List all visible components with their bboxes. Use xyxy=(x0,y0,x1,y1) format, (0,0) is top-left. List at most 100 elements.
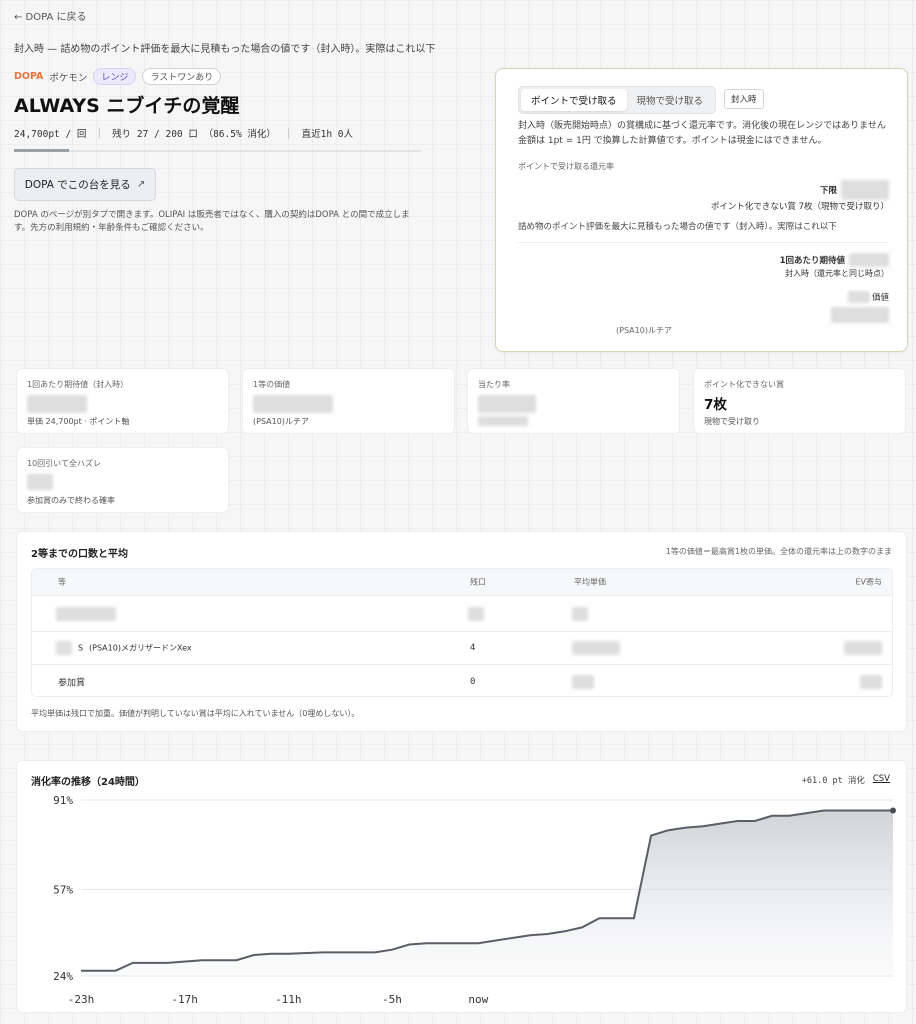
ev-redacted xyxy=(860,674,882,689)
stat-card-hit-rate: 当たり率 xyxy=(467,368,680,434)
view-on-dopa-button[interactable]: DOPA でこの台を見る ↗ xyxy=(14,168,156,201)
prize-name: (PSA10)メガリザードンXex xyxy=(89,643,192,653)
receive-mode-toggle: ポイントで受け取る 現物で受け取る xyxy=(518,86,717,114)
panel-desc-line1: 封入時（販売開始時点）の賞構成に基づく還元率です。消化後の現在レンジではありませ… xyxy=(518,121,886,131)
y-tick-label: 24% xyxy=(53,970,73,983)
stats-row: 24,700pt / 回 | 残り 27 / 200 口 （86.5% 消化） … xyxy=(14,126,354,141)
last-one-badge: ラストワンあり xyxy=(142,68,222,85)
table-row xyxy=(32,596,892,632)
recent-buyers: 直近1h 0人 xyxy=(301,129,354,140)
tag-row: DOPA ポケモン レンジ ラストワンあり xyxy=(14,68,222,85)
grade-label: 参加賞 xyxy=(58,678,86,688)
stat-card-all-miss: 10回引いて全ハズレ 参加賞のみで終わる確率 xyxy=(16,447,229,513)
x-tick-label: now xyxy=(468,993,488,1006)
ev-row: 1回あたり期待値 xyxy=(780,253,889,267)
chart-point xyxy=(890,807,896,814)
value-prefix-redacted xyxy=(847,291,870,303)
grade-mark-redacted xyxy=(56,641,72,655)
prize-breakdown-card: 2等までの口数と平均 1等の価値＝最高賞1枚の単価。全体の還元率は上の数字のまま… xyxy=(16,531,907,732)
progress-fill xyxy=(14,149,69,152)
top-notice: 封入時 — 詰め物のポイント評価を最大に見積もった場合の値です（封入時）。実際は… xyxy=(14,44,436,55)
card-value-redacted xyxy=(27,395,87,413)
x-tick-label: -23h xyxy=(68,993,95,1006)
view-on-dopa-label: DOPA でこの台を見る xyxy=(24,179,131,191)
snapshot-pill[interactable]: 封入時 xyxy=(724,89,764,109)
chart-area xyxy=(81,810,893,976)
divider: | xyxy=(285,127,292,139)
card-sub-redacted xyxy=(478,416,528,426)
prize-table: 等 残口 平均単価 EV寄与 S (PSA10)メガリザードンXex 4 参加賞… xyxy=(31,568,893,697)
external-arrow-icon: ↗ xyxy=(136,179,146,190)
category-tag: ポケモン xyxy=(49,72,88,84)
header-grade: 等 xyxy=(58,577,66,587)
stat-card-unconvertible: ポイント化できない賞 7枚 現物で受け取り xyxy=(693,368,906,434)
card-label: 当たり率 xyxy=(478,380,510,389)
card-label: 10回引いて全ハズレ xyxy=(27,459,101,468)
panel-desc-line2: 金額は 1pt = 1円 で換算した計算値です。ポイントは現金にはできません。 xyxy=(518,136,827,147)
card-sub: 参加賞のみで終わる確率 xyxy=(27,496,115,505)
grade-redacted xyxy=(56,606,116,621)
header-remaining: 残口 xyxy=(470,577,486,587)
range-badge: レンジ xyxy=(93,68,137,85)
header-avg: 平均単価 xyxy=(574,577,606,587)
card-sub: 現物で受け取り xyxy=(704,417,760,426)
value-label: 価値 xyxy=(871,293,889,303)
page-title: ALWAYS ニブイチの覚醒 xyxy=(14,95,240,117)
grade-label: S xyxy=(78,643,84,653)
tab-points[interactable]: ポイントで受け取る xyxy=(521,89,627,111)
card-value-redacted xyxy=(253,395,333,413)
tab-physical[interactable]: 現物で受け取る xyxy=(627,89,714,111)
rate-label: ポイントで受け取る還元率 xyxy=(518,162,614,171)
value-amount-redacted xyxy=(831,307,889,323)
stat-card-top-prize: 1等の価値 (PSA10)ルチア xyxy=(242,368,455,434)
remaining-count: 残り 27 / 200 口 （86.5% 消化） xyxy=(112,129,276,140)
avg-redacted xyxy=(572,641,620,655)
card-value-redacted xyxy=(478,395,536,413)
x-tick-label: -11h xyxy=(275,993,302,1006)
consumption-chart-card: 消化率の推移（24時間） +61.0 pt 消化 CSV 91% 57% 24% -… xyxy=(16,760,907,1013)
card-label: 1等の価値 xyxy=(253,380,291,389)
ev-value-redacted xyxy=(849,253,889,267)
price-per-draw: 24,700pt / 回 xyxy=(14,129,87,140)
header-ev: EV寄与 xyxy=(855,577,882,587)
table-row: S (PSA10)メガリザードンXex 4 xyxy=(32,632,892,665)
card-value-redacted xyxy=(27,474,53,490)
card-sub: (PSA10)ルチア xyxy=(253,417,309,426)
remaining-value: 4 xyxy=(470,643,476,653)
table-title: 2等までの口数と平均 xyxy=(31,549,128,560)
table-row: 参加賞 0 xyxy=(32,665,892,696)
lower-value-redacted xyxy=(841,180,889,200)
back-to-dopa-link[interactable]: ← DOPA に戻る xyxy=(14,8,87,23)
unconvertible-note: ポイント化できない賞 7枚（現物で受け取り） xyxy=(710,202,889,212)
dopa-note: DOPA のページが別タブで開きます。OLIPAI は販売者ではなく、購入の契約… xyxy=(14,210,410,233)
ev-redacted xyxy=(844,641,882,655)
card-label: ポイント化できない賞 xyxy=(704,380,784,389)
remaining-value: 0 xyxy=(470,676,476,687)
panel-description: 封入時（販売開始時点）の賞構成に基づく還元率です。消化後の現在レンジではありませ… xyxy=(518,119,893,150)
x-tick-label: -17h xyxy=(171,993,198,1006)
divider xyxy=(518,242,888,243)
ev-label: 1回あたり期待値 xyxy=(779,256,845,266)
avg-redacted xyxy=(572,674,594,689)
table-note: 1等の価値＝最高賞1枚の単価。全体の還元率は上の数字のまま xyxy=(665,547,892,556)
card-value: 7枚 xyxy=(704,397,727,413)
value-row: 価値 xyxy=(847,291,889,303)
avg-redacted xyxy=(572,606,588,621)
x-tick-label: -5h xyxy=(382,993,402,1006)
divider: | xyxy=(96,127,103,139)
consumption-chart: 91% 57% 24% -23h -17h -11h -5h now xyxy=(53,794,896,1006)
return-rate-panel: ポイントで受け取る 現物で受け取る 封入時 封入時（販売開始時点）の賞構成に基づ… xyxy=(495,68,908,352)
table-footnote: 平均単価は残口で加重。価値が判明していない賞は平均に入れていません（0埋めしない… xyxy=(31,709,360,718)
card-label: 1回あたり期待値（封入時） xyxy=(27,380,129,389)
progress-track xyxy=(14,150,421,152)
brand-tag: DOPA xyxy=(14,71,44,82)
lower-label: 下限 xyxy=(819,186,837,196)
stat-card-ev: 1回あたり期待値（封入時） 単価 24,700pt · ポイント軸 xyxy=(16,368,229,434)
y-tick-label: 91% xyxy=(53,794,73,807)
remaining-redacted xyxy=(468,606,484,621)
card-sub: 単価 24,700pt · ポイント軸 xyxy=(27,417,130,426)
y-tick-label: 57% xyxy=(53,883,73,896)
lower-bound: 下限 xyxy=(820,180,889,200)
table-header: 等 残口 平均単価 EV寄与 xyxy=(32,569,892,596)
ev-sub: 封入時（還元率と同じ時点） xyxy=(785,269,889,278)
